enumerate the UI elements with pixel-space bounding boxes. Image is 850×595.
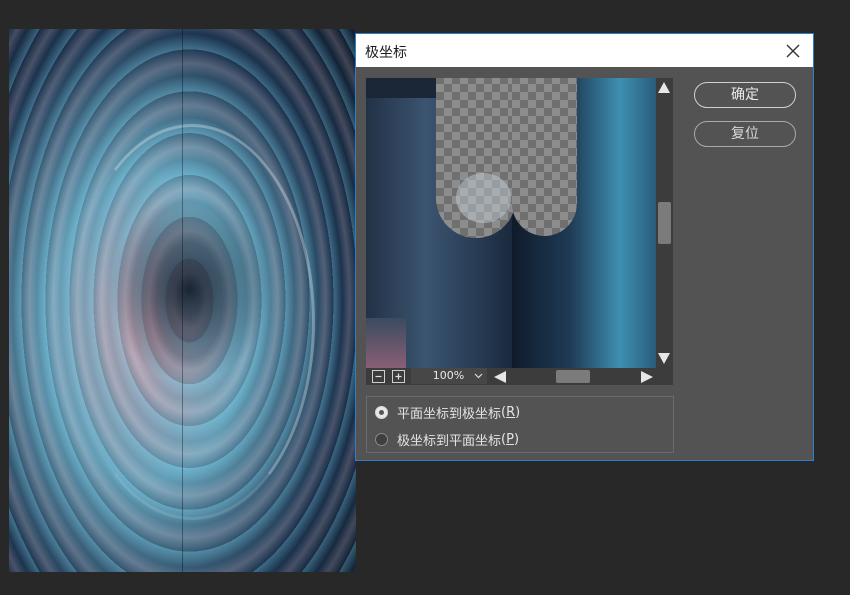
swirl-highlight	[69, 124, 315, 520]
close-icon	[786, 44, 800, 57]
zoom-in-button[interactable]	[392, 370, 405, 383]
conversion-options: 平面坐标到极坐标(R) 极坐标到平面坐标(P)	[366, 396, 674, 453]
scroll-up-icon[interactable]	[658, 82, 670, 93]
reset-button[interactable]: 复位	[694, 121, 796, 147]
option-hotkey: P	[506, 431, 514, 447]
dialog-titlebar: 极坐标	[356, 34, 813, 67]
minus-icon	[375, 375, 382, 378]
ok-button[interactable]: 确定	[694, 82, 796, 108]
zoom-out-button[interactable]	[372, 370, 385, 383]
option-polar-to-rect[interactable]: 极坐标到平面坐标(P)	[375, 429, 519, 449]
vertical-scroll-thumb[interactable]	[658, 202, 671, 244]
image-seam	[182, 29, 183, 572]
radio-polar-to-rect[interactable]	[375, 432, 388, 446]
preview-vertical-scrollbar[interactable]	[656, 78, 673, 368]
filter-preview[interactable]	[366, 78, 656, 368]
option-rect-to-polar[interactable]: 平面坐标到极坐标(R)	[375, 402, 520, 422]
scroll-left-icon[interactable]	[494, 371, 506, 383]
preview-pink-stroke	[366, 318, 406, 368]
chevron-down-icon	[474, 373, 483, 379]
option-hotkey: R	[506, 404, 516, 420]
plus-icon	[395, 373, 402, 380]
horizontal-scroll-thumb[interactable]	[556, 370, 590, 383]
preview-highlight	[456, 173, 511, 223]
option-label: 平面坐标到极坐标	[397, 406, 502, 422]
document-canvas-image	[9, 29, 356, 572]
close-button[interactable]	[773, 34, 813, 67]
preview-zoom-bar: 100%	[366, 368, 673, 385]
zoom-dropdown[interactable]	[470, 368, 487, 384]
dialog-title: 极坐标	[365, 45, 407, 61]
radio-rect-to-polar[interactable]	[375, 405, 388, 419]
scroll-down-icon[interactable]	[658, 353, 670, 364]
scroll-right-icon[interactable]	[641, 371, 653, 383]
polar-coordinates-dialog: 极坐标 100% 确定 复位 平面坐标到极坐标 (R) 极坐标到平面坐标 (…	[355, 33, 814, 461]
preview-transparent-area	[512, 78, 577, 236]
option-label: 极坐标到平面坐标	[397, 433, 502, 449]
